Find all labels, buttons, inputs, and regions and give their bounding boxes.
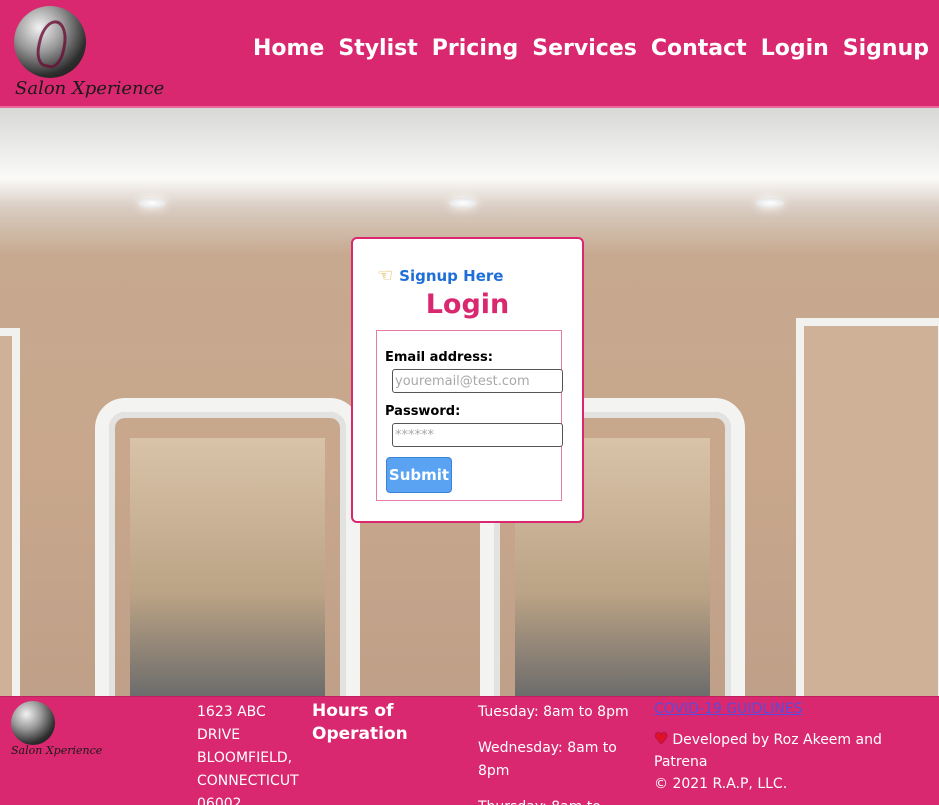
address-line: BLOOMFIELD,: [197, 750, 293, 766]
wall-panel: [0, 328, 20, 696]
address-line: 1623 ABC: [197, 704, 266, 720]
hours-item: Wednesday: 8am to 8pm: [478, 740, 617, 779]
nav-login[interactable]: Login: [761, 36, 829, 61]
footer-brand-name: Salon Xperience: [11, 744, 103, 757]
nav-signup[interactable]: Signup: [843, 36, 929, 61]
password-label: Password:: [385, 404, 461, 419]
address-line: DRIVE: [197, 727, 241, 743]
signup-here-link[interactable]: ☜ Signup Here: [377, 265, 503, 286]
nav-home[interactable]: Home: [253, 36, 324, 61]
footer-address: 1623 ABC DRIVE BLOOMFIELD, CONNECTICUT 0…: [197, 701, 302, 805]
login-card: ☜ Signup Here Login Email address: Passw…: [351, 237, 584, 523]
nav-stylist[interactable]: Stylist: [338, 36, 417, 61]
footer-logo-icon: [11, 701, 55, 745]
signup-link-label[interactable]: Signup Here: [399, 267, 503, 285]
pointing-hand-icon: ☜: [377, 265, 394, 286]
developer-text: Developed by Roz Akeem and Patrena: [654, 732, 882, 770]
nav-contact[interactable]: Contact: [651, 36, 747, 61]
email-label: Email address:: [385, 350, 493, 365]
address-line: CONNECTICUT: [197, 773, 299, 789]
brand-name: Salon Xperience: [15, 78, 165, 99]
developer-credit: ♥ Developed by Roz Akeem and Patrena © 20…: [654, 728, 939, 795]
copyright-text: © 2021 R.A.P, LLC.: [654, 776, 788, 792]
ceiling-light: [138, 198, 166, 208]
ceiling-light: [449, 198, 477, 208]
site-header: Salon Xperience Home Stylist Pricing Ser…: [0, 0, 939, 108]
email-input[interactable]: [392, 369, 563, 393]
ceiling-light: [756, 198, 784, 208]
nav-pricing[interactable]: Pricing: [432, 36, 519, 61]
submit-button[interactable]: Submit: [386, 457, 452, 493]
login-title: Login: [425, 289, 510, 320]
heart-icon: ♥: [654, 729, 669, 748]
hours-item: Tuesday: 8am to 8pm: [478, 704, 629, 720]
wall-panel: [796, 318, 939, 696]
hours-list: Tuesday: 8am to 8pm Wednesday: 8am to 8p…: [478, 701, 638, 805]
login-form: Email address: Password: Submit: [376, 330, 563, 501]
hours-item: Thursday: 8am to: [478, 796, 638, 805]
main-nav: Home Stylist Pricing Services Contact Lo…: [253, 36, 929, 61]
hours-title: Hours of Operation: [312, 701, 408, 744]
password-input[interactable]: [392, 423, 563, 447]
mirror: [130, 438, 325, 696]
nav-services[interactable]: Services: [532, 36, 637, 61]
covid-guidelines-link[interactable]: COVID-19 GUIDLINES: [654, 701, 803, 717]
brand-logo[interactable]: Salon Xperience: [12, 4, 164, 104]
site-footer: Salon Xperience 1623 ABC DRIVE BLOOMFIEL…: [0, 696, 939, 805]
logo-emblem-icon: [14, 6, 86, 78]
address-line: 06002: [197, 796, 242, 805]
